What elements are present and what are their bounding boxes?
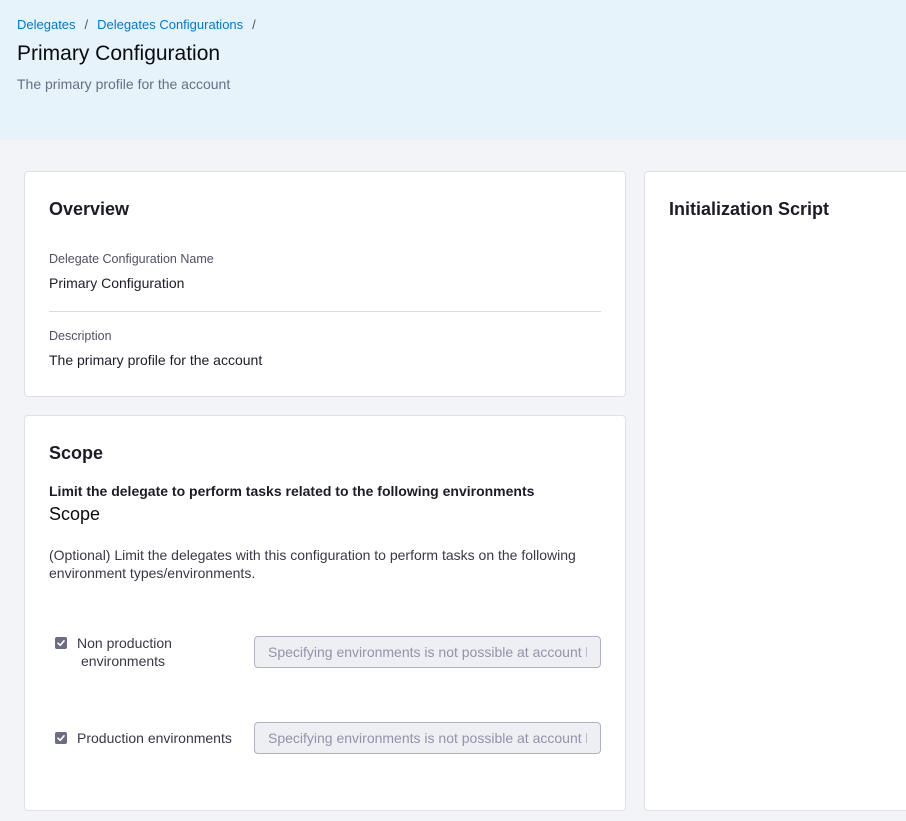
breadcrumb: Delegates / Delegates Configurations /: [17, 17, 265, 32]
non-production-checkbox[interactable]: [55, 637, 67, 649]
non-production-label: Non production environments: [77, 634, 172, 670]
overview-card: Overview Delegate Configuration Name Pri…: [24, 171, 626, 397]
configuration-name-label: Delegate Configuration Name: [49, 252, 214, 266]
page-title: Primary Configuration: [17, 42, 221, 65]
non-production-label-line1: Non production: [77, 635, 172, 651]
scope-heading: Limit the delegate to perform tasks rela…: [49, 483, 535, 499]
page-header: Delegates / Delegates Configurations / P…: [0, 0, 906, 140]
description-label: Description: [49, 329, 112, 343]
breadcrumb-delegates-configurations-link[interactable]: Delegates Configurations: [97, 17, 243, 32]
scope-description: (Optional) Limit the delegates with this…: [49, 547, 576, 581]
overview-title: Overview: [49, 199, 130, 219]
production-label: Production environments: [77, 730, 232, 746]
initialization-script-title: Initialization Script: [669, 199, 830, 219]
initialization-script-card: Initialization Script: [644, 171, 906, 811]
breadcrumb-delegates-link[interactable]: Delegates: [17, 17, 76, 32]
non-production-environments-input[interactable]: [254, 636, 601, 668]
non-production-label-line2: environments: [81, 653, 166, 669]
production-checkbox[interactable]: [55, 732, 67, 744]
scope-card: Scope Limit the delegate to perform task…: [24, 415, 626, 811]
page-subtitle: The primary profile for the account: [17, 76, 231, 92]
description-value: The primary profile for the account: [49, 352, 263, 368]
configuration-name-value: Primary Configuration: [49, 275, 185, 291]
checkmark-icon: [57, 640, 65, 647]
checkmark-icon: [57, 735, 65, 742]
production-environments-input[interactable]: [254, 722, 601, 754]
breadcrumb-separator: /: [84, 17, 89, 32]
scope-title: Scope: [49, 443, 104, 463]
scope-subheading: Scope: [49, 504, 101, 524]
overview-divider: [49, 311, 601, 312]
breadcrumb-separator: /: [252, 17, 256, 32]
